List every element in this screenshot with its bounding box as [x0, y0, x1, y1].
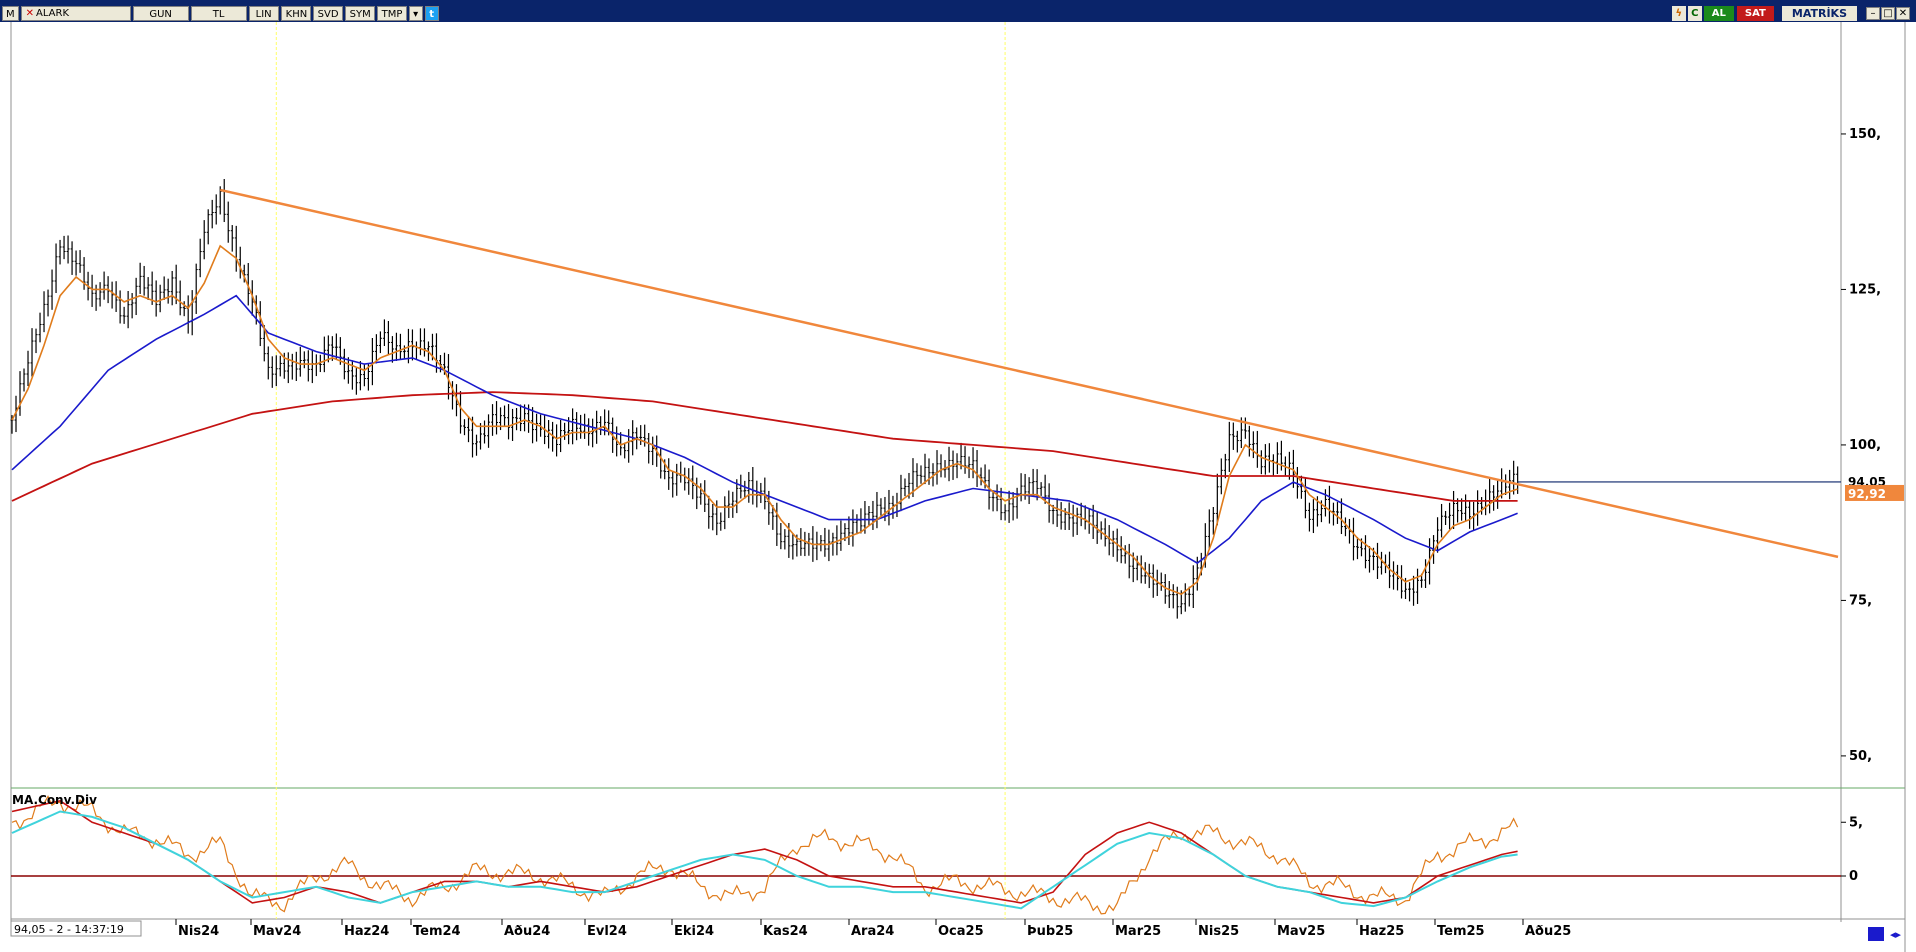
right-tools: ϟ C AL SAT MATRİKS – □ ✕ — [1671, 5, 1910, 22]
price-tick-label: 100, — [1849, 438, 1881, 453]
sell-button[interactable]: SAT — [1736, 6, 1774, 21]
chart-background — [0, 22, 1916, 952]
dropdown-arrow-icon[interactable]: ▾ — [408, 6, 423, 21]
title-bar: M ✕ ALARK GUN TL LIN KHN SVD SYM TMP ▾ t … — [0, 0, 1916, 22]
tmp-button[interactable]: TMP — [376, 6, 407, 21]
time-tick-label: Tem25 — [1437, 924, 1485, 939]
maximize-icon[interactable]: □ — [1881, 7, 1895, 20]
time-tick-label: Þub25 — [1027, 924, 1073, 939]
price-tick-label: 150, — [1849, 127, 1881, 142]
brand-logo: MATRİKS — [1781, 6, 1857, 21]
buy-button[interactable]: AL — [1703, 6, 1734, 21]
last-value-tag-label: 92,92 — [1848, 487, 1886, 501]
price-tick-label: 125, — [1849, 282, 1881, 297]
twitter-icon[interactable]: t — [424, 6, 439, 21]
time-tick-label: Ara24 — [851, 924, 894, 939]
time-tick-label: Eki24 — [674, 924, 714, 939]
macd-tick-label: 5, — [1849, 815, 1863, 830]
khn-button[interactable]: KHN — [280, 6, 311, 21]
time-tick-label: Nis24 — [178, 924, 219, 939]
time-tick-label: Nis25 — [1198, 924, 1239, 939]
minimize-icon[interactable]: – — [1866, 7, 1880, 20]
period-button[interactable]: GUN — [132, 6, 189, 21]
svd-button[interactable]: SVD — [312, 6, 343, 21]
scroll-end-icon[interactable] — [1868, 927, 1884, 941]
time-tick-label: Mav25 — [1277, 924, 1325, 939]
time-tick-label: Kas24 — [763, 924, 808, 939]
status-text: 94,05 - 2 - 14:37:19 — [14, 923, 124, 936]
price-chart[interactable]: 150,125,100,75,50,94,0592,92 5,0 MA.Conv… — [0, 22, 1916, 952]
time-tick-label: Evl24 — [587, 924, 627, 939]
time-tick-label: Tem24 — [413, 924, 461, 939]
symbol-value: ALARK — [36, 8, 70, 19]
price-tick-label: 50, — [1849, 749, 1872, 764]
chart-toolbar: M ✕ ALARK GUN TL LIN KHN SVD SYM TMP ▾ t — [2, 5, 441, 22]
time-tick-label: Haz25 — [1359, 924, 1404, 939]
time-tick-label: Haz24 — [344, 924, 389, 939]
scroll-arrows-icon[interactable]: ◂▸ — [1890, 928, 1902, 941]
currency-button[interactable]: TL — [190, 6, 247, 21]
scale-button[interactable]: LIN — [248, 6, 279, 21]
clear-symbol-icon[interactable]: ✕ — [26, 6, 34, 21]
time-tick-label: Oca25 — [938, 924, 984, 939]
close-icon[interactable]: ✕ — [1896, 7, 1910, 20]
sym-button[interactable]: SYM — [344, 6, 375, 21]
symbol-input[interactable]: ✕ ALARK — [20, 6, 131, 21]
macd-tick-label: 0 — [1849, 869, 1858, 884]
time-tick-label: Mav24 — [253, 924, 301, 939]
time-tick-label: Aðu25 — [1525, 924, 1571, 939]
price-tick-label: 75, — [1849, 593, 1872, 608]
menu-button[interactable]: M — [2, 6, 19, 21]
macd-title: MA.Conv.Div — [12, 793, 97, 807]
lightning-icon[interactable]: ϟ — [1671, 6, 1686, 21]
chart-window: M ✕ ALARK GUN TL LIN KHN SVD SYM TMP ▾ t … — [0, 0, 1916, 952]
time-tick-label: Mar25 — [1115, 924, 1161, 939]
time-tick-label: Aðu24 — [504, 924, 550, 939]
refresh-icon[interactable]: C — [1687, 6, 1702, 21]
